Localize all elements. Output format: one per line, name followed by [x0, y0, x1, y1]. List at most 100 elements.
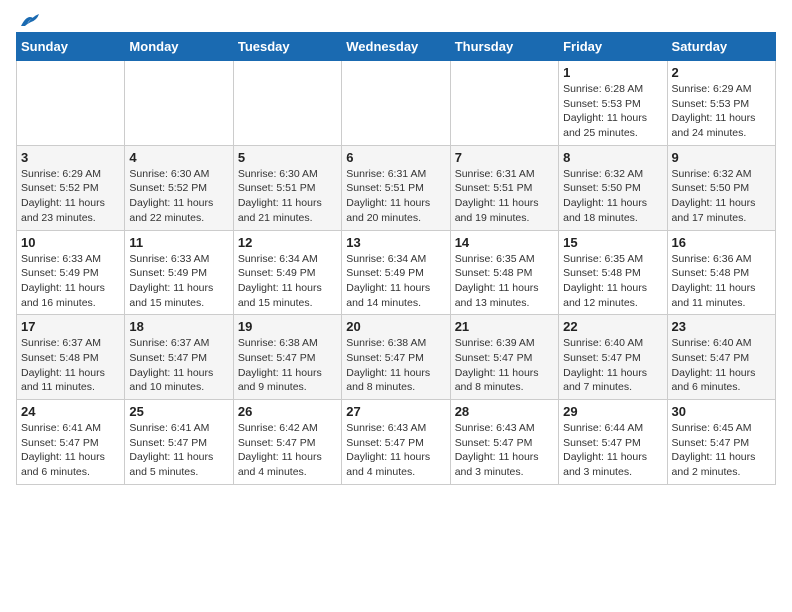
day-info: Sunrise: 6:30 AMSunset: 5:52 PMDaylight:…: [129, 167, 228, 226]
calendar-cell: 27 Sunrise: 6:43 AMSunset: 5:47 PMDayligh…: [342, 400, 450, 485]
day-info: Sunrise: 6:40 AMSunset: 5:47 PMDaylight:…: [563, 336, 662, 395]
calendar-table: SundayMondayTuesdayWednesdayThursdayFrid…: [16, 32, 776, 485]
day-number: 9: [672, 150, 771, 165]
calendar-cell: 30 Sunrise: 6:45 AMSunset: 5:47 PMDayligh…: [667, 400, 775, 485]
calendar-cell: 26 Sunrise: 6:42 AMSunset: 5:47 PMDayligh…: [233, 400, 341, 485]
day-number: 3: [21, 150, 120, 165]
calendar-cell: 7Sunrise: 6:31 AMSunset: 5:51 PMDaylight…: [450, 145, 558, 230]
calendar-header-thursday: Thursday: [450, 33, 558, 61]
day-info: Sunrise: 6:29 AMSunset: 5:52 PMDaylight:…: [21, 167, 120, 226]
day-info: Sunrise: 6:35 AMSunset: 5:48 PMDaylight:…: [563, 252, 662, 311]
calendar-cell: 29 Sunrise: 6:44 AMSunset: 5:47 PMDayligh…: [559, 400, 667, 485]
calendar-header-monday: Monday: [125, 33, 233, 61]
logo: [16, 16, 41, 24]
day-number: 28: [455, 404, 554, 419]
calendar-cell: 15Sunrise: 6:35 AMSunset: 5:48 PMDayligh…: [559, 230, 667, 315]
calendar-cell: [233, 61, 341, 146]
calendar-cell: 8Sunrise: 6:32 AMSunset: 5:50 PMDaylight…: [559, 145, 667, 230]
calendar-cell: 5 Sunrise: 6:30 AMSunset: 5:51 PMDaylight…: [233, 145, 341, 230]
day-number: 20: [346, 319, 445, 334]
day-number: 27: [346, 404, 445, 419]
day-info: Sunrise: 6:43 AMSunset: 5:47 PMDaylight:…: [346, 421, 445, 480]
calendar-week-row: 3 Sunrise: 6:29 AMSunset: 5:52 PMDaylight…: [17, 145, 776, 230]
calendar-cell: 17 Sunrise: 6:37 AMSunset: 5:48 PMDayligh…: [17, 315, 125, 400]
day-info: Sunrise: 6:42 AMSunset: 5:47 PMDaylight:…: [238, 421, 337, 480]
day-number: 16: [672, 235, 771, 250]
calendar-cell: 4 Sunrise: 6:30 AMSunset: 5:52 PMDaylight…: [125, 145, 233, 230]
day-number: 1: [563, 65, 662, 80]
calendar-cell: 12Sunrise: 6:34 AMSunset: 5:49 PMDayligh…: [233, 230, 341, 315]
day-number: 22: [563, 319, 662, 334]
calendar-cell: 20Sunrise: 6:38 AMSunset: 5:47 PMDayligh…: [342, 315, 450, 400]
calendar-header-tuesday: Tuesday: [233, 33, 341, 61]
calendar-cell: 11Sunrise: 6:33 AMSunset: 5:49 PMDayligh…: [125, 230, 233, 315]
calendar-cell: 3 Sunrise: 6:29 AMSunset: 5:52 PMDaylight…: [17, 145, 125, 230]
day-info: Sunrise: 6:45 AMSunset: 5:47 PMDaylight:…: [672, 421, 771, 480]
day-number: 10: [21, 235, 120, 250]
calendar-cell: [125, 61, 233, 146]
calendar-cell: 28 Sunrise: 6:43 AMSunset: 5:47 PMDayligh…: [450, 400, 558, 485]
calendar-cell: 16 Sunrise: 6:36 AMSunset: 5:48 PMDayligh…: [667, 230, 775, 315]
calendar-week-row: 17 Sunrise: 6:37 AMSunset: 5:48 PMDayligh…: [17, 315, 776, 400]
day-number: 8: [563, 150, 662, 165]
calendar-header-row: SundayMondayTuesdayWednesdayThursdayFrid…: [17, 33, 776, 61]
calendar-week-row: 1 Sunrise: 6:28 AMSunset: 5:53 PMDaylight…: [17, 61, 776, 146]
calendar-header-friday: Friday: [559, 33, 667, 61]
day-info: Sunrise: 6:33 AMSunset: 5:49 PMDaylight:…: [129, 252, 228, 311]
calendar-cell: [450, 61, 558, 146]
day-number: 23: [672, 319, 771, 334]
calendar-cell: [342, 61, 450, 146]
calendar-cell: 14 Sunrise: 6:35 AMSunset: 5:48 PMDayligh…: [450, 230, 558, 315]
day-info: Sunrise: 6:39 AMSunset: 5:47 PMDaylight:…: [455, 336, 554, 395]
day-info: Sunrise: 6:31 AMSunset: 5:51 PMDaylight:…: [346, 167, 445, 226]
page-header: [16, 16, 776, 24]
calendar-cell: 19 Sunrise: 6:38 AMSunset: 5:47 PMDayligh…: [233, 315, 341, 400]
day-number: 5: [238, 150, 337, 165]
calendar-cell: 23 Sunrise: 6:40 AMSunset: 5:47 PMDayligh…: [667, 315, 775, 400]
day-info: Sunrise: 6:32 AMSunset: 5:50 PMDaylight:…: [672, 167, 771, 226]
day-number: 19: [238, 319, 337, 334]
day-info: Sunrise: 6:44 AMSunset: 5:47 PMDaylight:…: [563, 421, 662, 480]
day-number: 2: [672, 65, 771, 80]
day-number: 14: [455, 235, 554, 250]
day-number: 29: [563, 404, 662, 419]
day-info: Sunrise: 6:41 AMSunset: 5:47 PMDaylight:…: [129, 421, 228, 480]
day-info: Sunrise: 6:43 AMSunset: 5:47 PMDaylight:…: [455, 421, 554, 480]
day-number: 17: [21, 319, 120, 334]
calendar-cell: 6 Sunrise: 6:31 AMSunset: 5:51 PMDaylight…: [342, 145, 450, 230]
day-info: Sunrise: 6:36 AMSunset: 5:48 PMDaylight:…: [672, 252, 771, 311]
calendar-cell: 13Sunrise: 6:34 AMSunset: 5:49 PMDayligh…: [342, 230, 450, 315]
day-info: Sunrise: 6:40 AMSunset: 5:47 PMDaylight:…: [672, 336, 771, 395]
day-info: Sunrise: 6:30 AMSunset: 5:51 PMDaylight:…: [238, 167, 337, 226]
day-number: 24: [21, 404, 120, 419]
calendar-cell: 9 Sunrise: 6:32 AMSunset: 5:50 PMDaylight…: [667, 145, 775, 230]
calendar-header-wednesday: Wednesday: [342, 33, 450, 61]
day-number: 6: [346, 150, 445, 165]
day-info: Sunrise: 6:33 AMSunset: 5:49 PMDaylight:…: [21, 252, 120, 311]
day-info: Sunrise: 6:29 AMSunset: 5:53 PMDaylight:…: [672, 82, 771, 141]
calendar-cell: 24 Sunrise: 6:41 AMSunset: 5:47 PMDayligh…: [17, 400, 125, 485]
calendar-cell: 18 Sunrise: 6:37 AMSunset: 5:47 PMDayligh…: [125, 315, 233, 400]
calendar-cell: 2 Sunrise: 6:29 AMSunset: 5:53 PMDaylight…: [667, 61, 775, 146]
calendar-cell: [17, 61, 125, 146]
day-info: Sunrise: 6:38 AMSunset: 5:47 PMDaylight:…: [238, 336, 337, 395]
day-number: 18: [129, 319, 228, 334]
day-number: 4: [129, 150, 228, 165]
day-info: Sunrise: 6:41 AMSunset: 5:47 PMDaylight:…: [21, 421, 120, 480]
day-info: Sunrise: 6:35 AMSunset: 5:48 PMDaylight:…: [455, 252, 554, 311]
calendar-cell: 22 Sunrise: 6:40 AMSunset: 5:47 PMDayligh…: [559, 315, 667, 400]
day-info: Sunrise: 6:37 AMSunset: 5:47 PMDaylight:…: [129, 336, 228, 395]
calendar-header-sunday: Sunday: [17, 33, 125, 61]
day-info: Sunrise: 6:37 AMSunset: 5:48 PMDaylight:…: [21, 336, 120, 395]
day-number: 12: [238, 235, 337, 250]
day-info: Sunrise: 6:31 AMSunset: 5:51 PMDaylight:…: [455, 167, 554, 226]
day-number: 30: [672, 404, 771, 419]
calendar-week-row: 10 Sunrise: 6:33 AMSunset: 5:49 PMDayligh…: [17, 230, 776, 315]
day-number: 13: [346, 235, 445, 250]
day-info: Sunrise: 6:28 AMSunset: 5:53 PMDaylight:…: [563, 82, 662, 141]
calendar-week-row: 24 Sunrise: 6:41 AMSunset: 5:47 PMDayligh…: [17, 400, 776, 485]
day-number: 25: [129, 404, 228, 419]
calendar-cell: 25 Sunrise: 6:41 AMSunset: 5:47 PMDayligh…: [125, 400, 233, 485]
day-number: 26: [238, 404, 337, 419]
calendar-header-saturday: Saturday: [667, 33, 775, 61]
